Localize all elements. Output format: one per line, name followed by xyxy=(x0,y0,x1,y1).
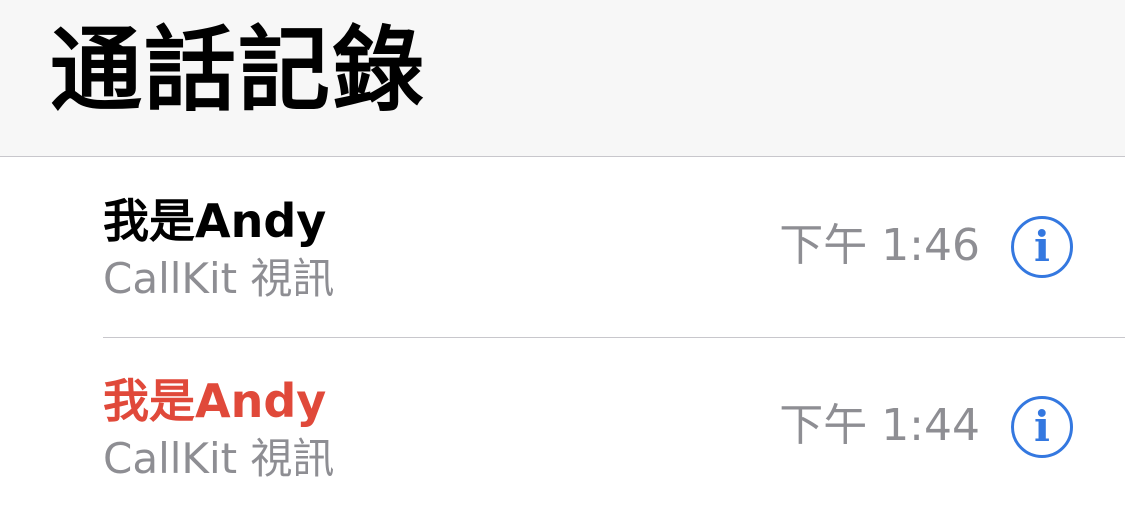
call-list[interactable]: 我是Andy CallKit 視訊 下午 1:46 i 我是Andy CallK… xyxy=(0,158,1125,517)
navigation-header: 通話記錄 xyxy=(0,0,1125,157)
caller-name: 我是Andy xyxy=(103,194,327,248)
call-row[interactable]: 我是Andy CallKit 視訊 下午 1:46 i xyxy=(0,158,1125,338)
caller-name-missed: 我是Andy xyxy=(103,374,327,428)
info-icon[interactable]: i xyxy=(1011,216,1073,278)
call-history-screen: 通話記錄 我是Andy CallKit 視訊 下午 1:46 i 我是Andy … xyxy=(0,0,1125,517)
call-time: 下午 1:44 xyxy=(779,400,980,451)
call-type-label: CallKit 視訊 xyxy=(103,434,335,483)
call-time: 下午 1:46 xyxy=(779,220,980,271)
info-icon[interactable]: i xyxy=(1011,396,1073,458)
page-title: 通話記錄 xyxy=(50,17,427,124)
call-type-label: CallKit 視訊 xyxy=(103,254,335,303)
call-row[interactable]: 我是Andy CallKit 視訊 下午 1:44 i xyxy=(0,338,1125,517)
